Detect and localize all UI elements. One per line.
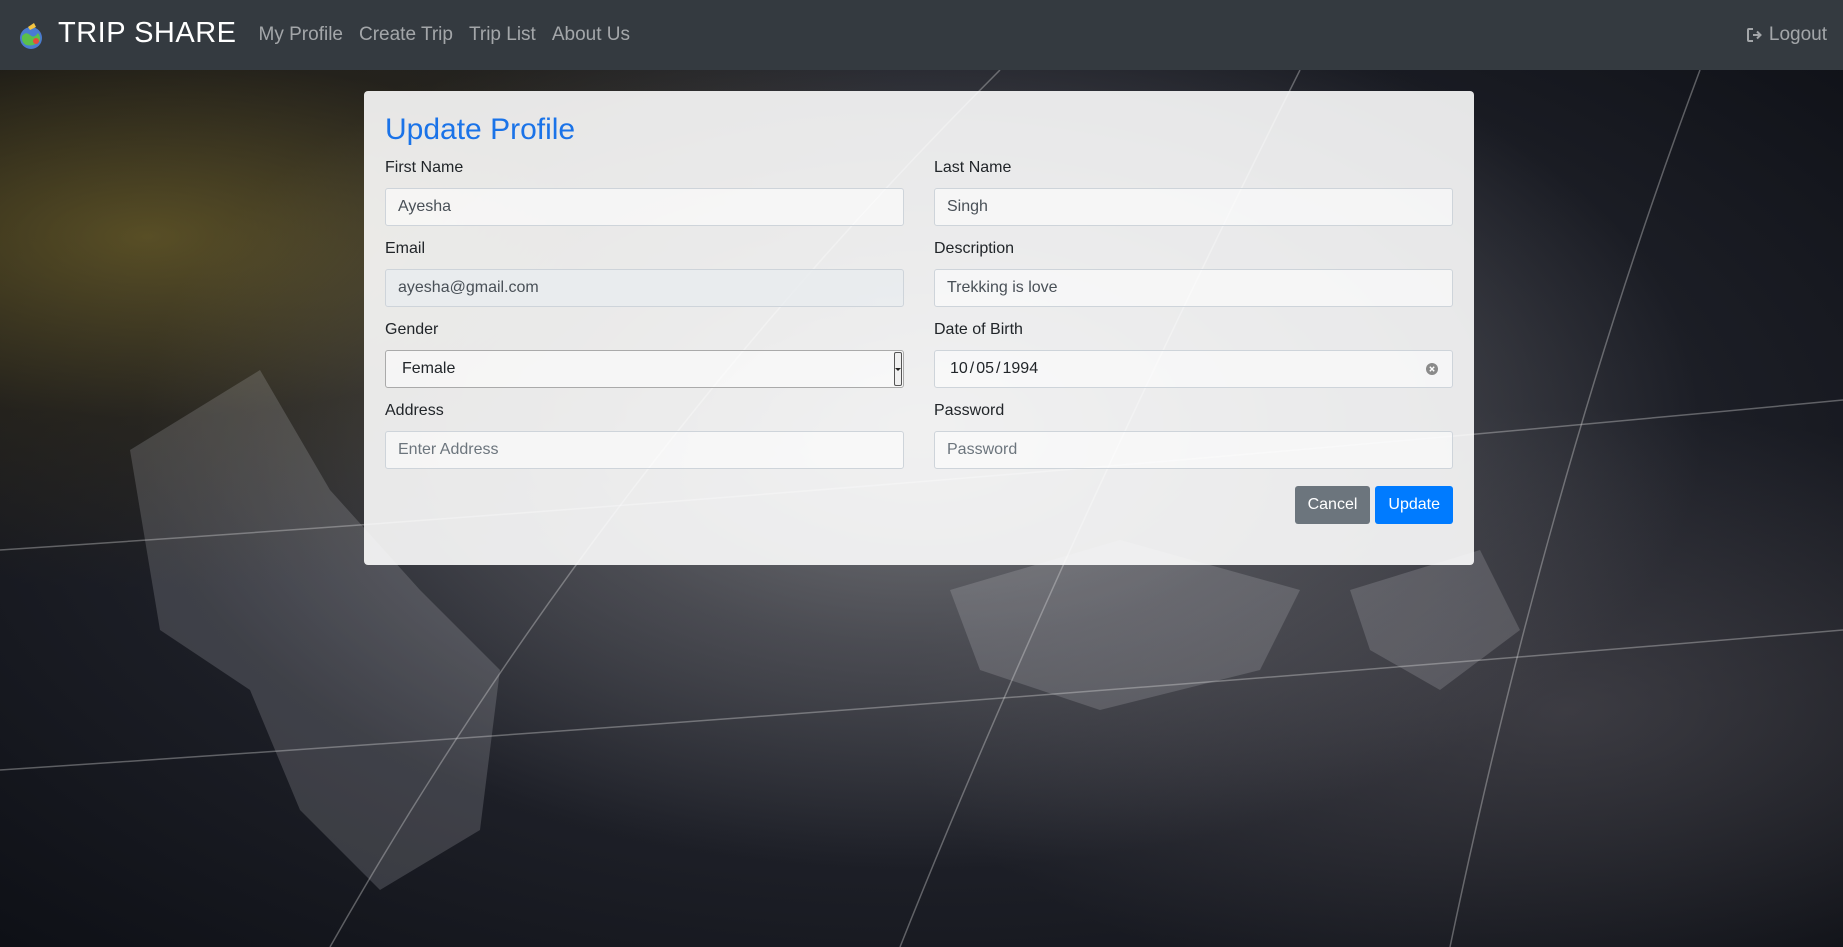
description-label: Description	[934, 240, 1015, 257]
brand-name: TRIP SHARE	[58, 16, 237, 49]
dob-day[interactable]: 05	[976, 360, 994, 378]
update-profile-card: Update Profile First Name Ayesha Last Na…	[364, 91, 1474, 565]
clear-icon[interactable]	[1426, 363, 1438, 375]
dob-input[interactable]: 10 / 05 / 1994	[934, 350, 1453, 388]
description-group: Description Trekking is love	[934, 240, 1453, 307]
first-name-group: First Name Ayesha	[385, 159, 904, 226]
dob-month[interactable]: 10	[950, 360, 968, 378]
first-name-label: First Name	[385, 159, 464, 176]
description-input[interactable]: Trekking is love	[934, 269, 1453, 307]
gender-group: Gender Female	[385, 321, 904, 388]
top-navbar: TRIP SHARE My Profile Create Trip Trip L…	[0, 0, 1843, 70]
nav-my-profile[interactable]: My Profile	[251, 24, 351, 46]
page-title: Update Profile	[385, 113, 576, 146]
cancel-button[interactable]: Cancel	[1294, 486, 1371, 524]
dob-value: 10 / 05 / 1994	[950, 360, 1038, 378]
dob-group: Date of Birth 10 / 05 / 1994	[934, 321, 1453, 388]
password-group: Password Password	[934, 402, 1453, 469]
logout-label: Logout	[1768, 24, 1827, 45]
address-group: Address Enter Address	[385, 402, 904, 469]
nav-about-us[interactable]: About Us	[544, 24, 638, 46]
gender-label: Gender	[385, 321, 439, 338]
nav-create-trip[interactable]: Create Trip	[351, 24, 461, 46]
brand[interactable]: TRIP SHARE	[16, 16, 237, 51]
nav-links: My Profile Create Trip Trip List About U…	[251, 24, 638, 46]
profile-form: First Name Ayesha Last Name Singh Email …	[385, 159, 1453, 469]
chevron-down-icon[interactable]	[894, 352, 902, 386]
date-separator: /	[996, 360, 1001, 377]
address-input[interactable]: Enter Address	[385, 431, 904, 469]
email-field: ayesha@gmail.com	[385, 269, 904, 307]
dob-year[interactable]: 1994	[1003, 360, 1039, 378]
address-label: Address	[385, 402, 444, 419]
password-label: Password	[934, 402, 1005, 419]
sign-out-icon	[1746, 28, 1762, 42]
first-name-input[interactable]: Ayesha	[385, 188, 904, 226]
last-name-group: Last Name Singh	[934, 159, 1453, 226]
logout-link[interactable]: Logout	[1746, 24, 1827, 46]
form-actions: Cancel Update	[385, 486, 1453, 524]
nav-trip-list[interactable]: Trip List	[461, 24, 544, 46]
last-name-label: Last Name	[934, 159, 1012, 176]
gender-selected-value: Female	[402, 360, 456, 377]
email-group: Email ayesha@gmail.com	[385, 240, 904, 307]
dob-label: Date of Birth	[934, 321, 1023, 338]
last-name-input[interactable]: Singh	[934, 188, 1453, 226]
password-input[interactable]: Password	[934, 431, 1453, 469]
email-label: Email	[385, 240, 426, 257]
date-separator: /	[969, 360, 975, 377]
gender-select[interactable]: Female	[385, 350, 904, 388]
app-logo-icon	[20, 23, 42, 49]
update-button[interactable]: Update	[1375, 486, 1453, 524]
